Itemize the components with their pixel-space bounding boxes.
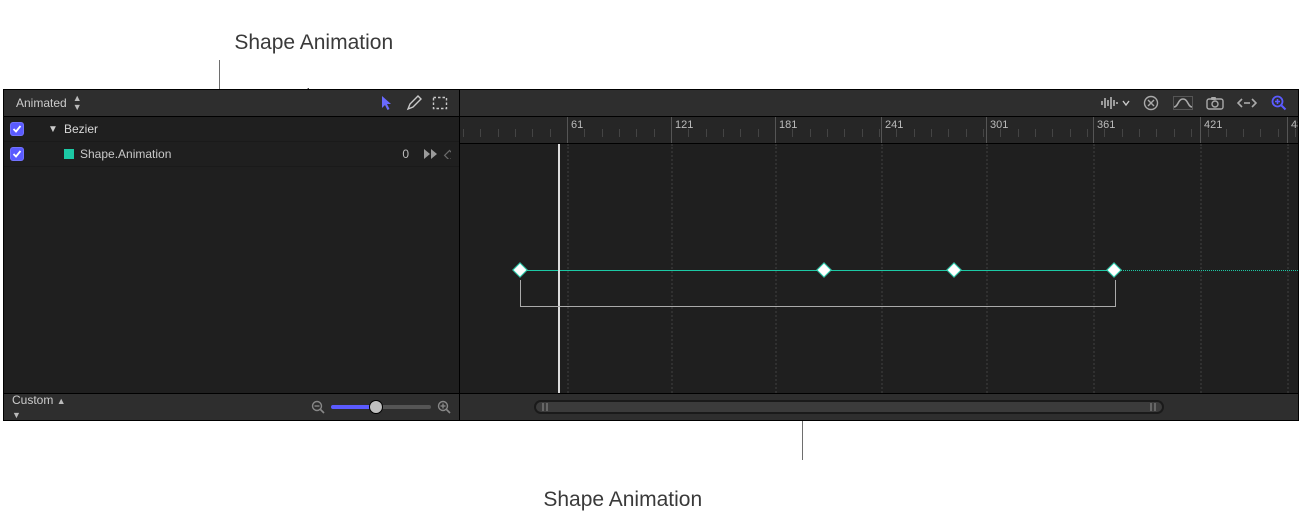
row-title: Bezier [64,122,98,136]
ruler-label: 241 [885,119,903,131]
fit-curves-button[interactable] [1172,93,1194,113]
ruler-label: 361 [1097,119,1115,131]
checkbox-icon[interactable] [10,147,24,161]
parameter-row-shape-animation[interactable]: Shape.Animation 0 [4,142,459,167]
chevron-down-icon [1122,100,1130,106]
curve-type-popup[interactable]: Custom ▲▼ [12,393,65,421]
keyframe-editor-panel: Animated ▲▼ [3,89,1299,421]
keyframe-controls[interactable] [423,148,451,160]
marquee-tool-icon[interactable] [429,93,451,113]
timeline-toolbar [460,90,1298,117]
ruler-label: 121 [675,119,693,131]
annotation-shape-animation-keyframes: Shape Animation parameter keyframes [520,461,742,519]
keyframe-handle[interactable] [512,262,528,278]
parameter-row-bezier[interactable]: ▼ Bezier [4,117,459,142]
camera-icon [1206,96,1224,110]
waveform-icon [1100,96,1120,110]
animation-curve-extrapolation [1114,270,1298,271]
keyframe-handle[interactable] [1106,262,1122,278]
expand-icon [1237,97,1257,109]
next-keyframe-icon[interactable] [423,148,437,160]
zoom-to-fit-button[interactable] [1268,93,1290,113]
fit-curve-icon [1173,96,1193,110]
keyframe-graph[interactable] [460,144,1298,393]
curve-type-label: Custom [12,393,53,407]
horizontal-scrollbar[interactable] [534,400,1164,414]
checkbox-icon[interactable] [10,122,24,136]
filter-label: Animated [16,96,67,110]
parameter-list-footer: Custom ▲▼ [4,393,459,420]
clear-icon [1143,95,1159,111]
snapshot-button[interactable] [1204,93,1226,113]
ruler-label: 61 [571,119,583,131]
timeline-graph-pane: 6112118124130136142148 [460,90,1298,420]
slider-track[interactable] [331,405,431,409]
ruler-label: 181 [779,119,797,131]
add-keyframe-icon[interactable] [441,149,451,159]
scrollbar-thumb[interactable] [536,402,1162,412]
keyframe-handle[interactable] [946,262,962,278]
clear-curves-button[interactable] [1140,93,1162,113]
vertical-zoom-slider[interactable] [311,400,451,414]
parameter-value[interactable]: 0 [369,147,409,161]
zoom-icon [1271,95,1287,111]
keyframe-handle[interactable] [816,262,832,278]
filter-popup[interactable]: Animated ▲▼ [12,92,85,114]
playhead[interactable] [558,144,560,393]
disclosure-triangle-icon[interactable]: ▼ [48,124,58,135]
parameter-list-toolbar: Animated ▲▼ [4,90,459,117]
audio-waveform-popup[interactable] [1100,93,1130,113]
ruler-label: 301 [990,119,1008,131]
row-title: Shape.Animation [80,147,171,161]
timeline-footer [460,393,1298,420]
ruler-label: 421 [1204,119,1222,131]
expand-button[interactable] [1236,93,1258,113]
slider-thumb[interactable] [370,401,382,413]
parameter-list-pane: Animated ▲▼ [4,90,460,420]
parameter-list: ▼ Bezier Shape.Animation 0 [4,117,459,393]
zoom-out-icon[interactable] [311,400,325,414]
pencil-tool-icon[interactable] [403,93,425,113]
keyframe-bracket-callout [520,280,1116,307]
chevron-up-down-icon: ▲▼ [73,94,81,112]
pointer-tool-icon[interactable] [377,93,399,113]
zoom-in-icon[interactable] [437,400,451,414]
timeline-ruler[interactable]: 6112118124130136142148 [460,117,1298,144]
color-chip [64,149,74,159]
